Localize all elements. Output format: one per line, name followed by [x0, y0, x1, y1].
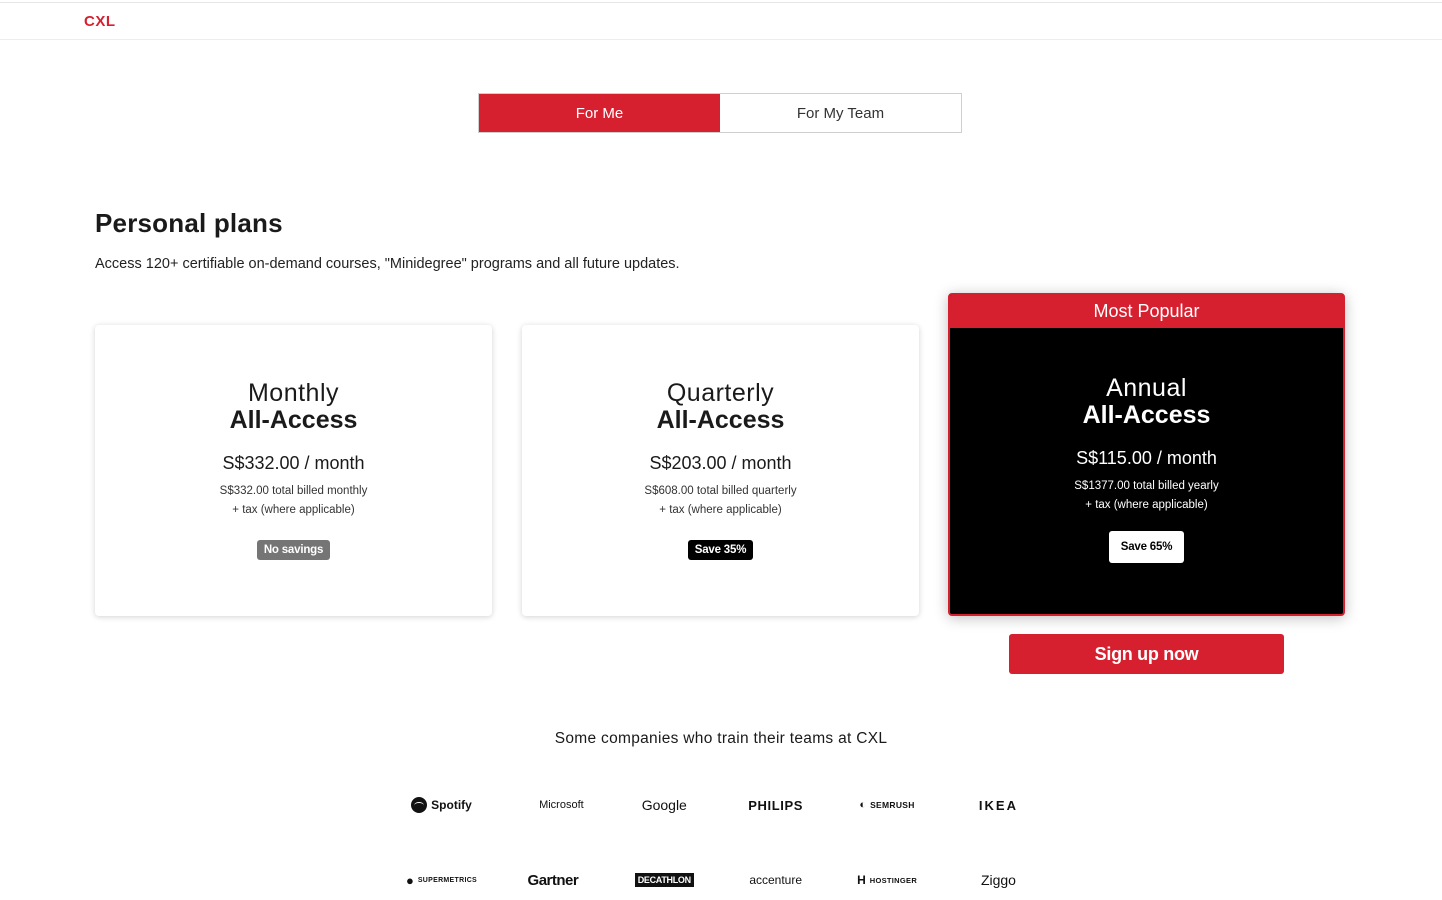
tab-for-me[interactable]: For Me [479, 94, 720, 132]
plan-billing-info: S$332.00 total billed monthly + tax (whe… [95, 482, 492, 520]
plan-price: S$115.00 / month [1076, 448, 1217, 468]
company-logos-row-2: ● SUPERMETRICS Gartner DECATHLON accentu… [386, 870, 1054, 890]
plan-tax-note: + tax (where applicable) [1085, 499, 1208, 511]
plan-billing-info: S$608.00 total billed quarterly + tax (w… [522, 482, 919, 520]
companies-heading: Some companies who train their teams at … [554, 730, 888, 747]
spotify-wordmark: Spotify [431, 798, 472, 812]
semrush-icon: ◐ [859, 799, 867, 811]
plan-billed-total: S$332.00 total billed monthly [219, 485, 368, 497]
plan-period: Quarterly [666, 379, 775, 407]
semrush-logo: ◐ SEMRUSH [832, 795, 943, 815]
hostinger-wordmark: HOSTINGER [869, 875, 918, 885]
supermetrics-icon: ● [405, 872, 414, 888]
most-popular-ribbon: Most Popular [950, 295, 1343, 328]
decathlon-wordmark: DECATHLON [634, 873, 694, 887]
microsoft-logo: Microsoft [497, 795, 608, 815]
plan-period: Annual [1106, 374, 1187, 402]
top-navigation-bar: CXL [0, 2, 1442, 40]
sign-up-button[interactable]: Sign up now [1009, 634, 1284, 674]
ikea-logo: IKEA [978, 797, 1018, 813]
spotify-logo: Spotify [386, 795, 497, 815]
supermetrics-wordmark: SUPERMETRICS [417, 876, 478, 884]
plan-price: S$332.00 / month [222, 453, 365, 473]
plan-card-quarterly[interactable]: Quarterly All-Access S$203.00 / month S$… [522, 325, 919, 616]
hostinger-icon: H [857, 873, 866, 887]
plan-tier: All-Access [1082, 401, 1211, 429]
accenture-logo: accenture [749, 873, 803, 887]
philips-logo: PHILIPS [748, 797, 804, 813]
plan-tax-note: + tax (where applicable) [232, 504, 355, 516]
savings-badge: Save 35% [687, 540, 754, 560]
plan-price: S$203.00 / month [649, 453, 792, 473]
microsoft-icon [522, 799, 535, 812]
semrush-wordmark: SEMRUSH [870, 800, 915, 810]
plan-billed-total: S$1377.00 total billed yearly [1074, 480, 1219, 492]
supermetrics-logo: ● SUPERMETRICS [386, 870, 497, 890]
savings-badge: Save 65% [1108, 531, 1185, 563]
plan-card-annual[interactable]: Most Popular Annual All-Access S$115.00 … [948, 293, 1345, 616]
plan-period: Monthly [247, 379, 340, 407]
google-logo: Google [641, 797, 687, 813]
section-subtitle: Access 120+ certifiable on-demand course… [95, 256, 680, 272]
savings-badge: No savings [256, 540, 331, 560]
plan-tax-note: + tax (where applicable) [659, 504, 782, 516]
hostinger-logo: H HOSTINGER [832, 870, 943, 890]
plan-tier: All-Access [656, 406, 785, 434]
decathlon-logo: DECATHLON [609, 870, 720, 890]
tab-for-my-team[interactable]: For My Team [720, 94, 961, 132]
cxl-logo[interactable]: CXL [84, 13, 116, 30]
gartner-logo: Gartner [527, 871, 579, 889]
section-title: Personal plans [95, 208, 283, 238]
ziggo-logo: Ziggo [980, 872, 1016, 888]
plan-card-monthly[interactable]: Monthly All-Access S$332.00 / month S$33… [95, 325, 492, 616]
microsoft-wordmark: Microsoft [539, 799, 584, 811]
plan-audience-toggle: For Me For My Team [478, 93, 962, 133]
spotify-icon [411, 797, 428, 813]
plan-billed-total: S$608.00 total billed quarterly [644, 485, 797, 497]
plan-billing-info: S$1377.00 total billed yearly + tax (whe… [950, 477, 1343, 515]
company-logos-row-1: Spotify Microsoft Google PHILIPS ◐ SEMRU… [386, 795, 1054, 815]
plan-tier: All-Access [229, 406, 358, 434]
